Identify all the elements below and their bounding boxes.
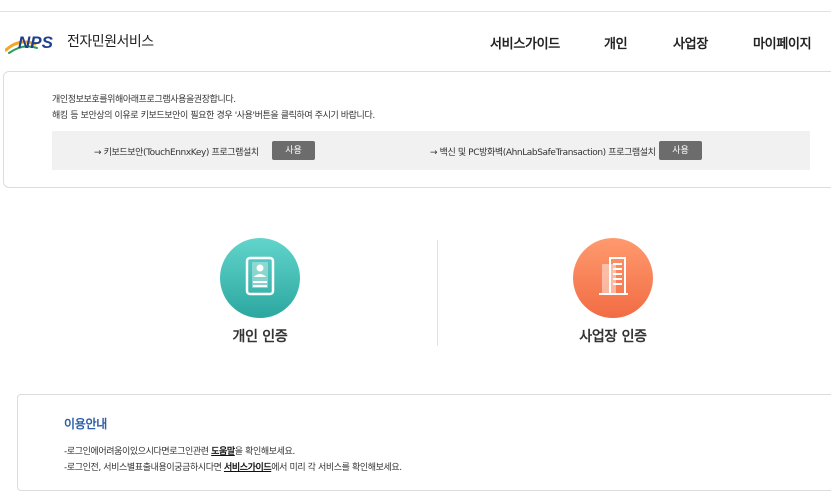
- security-notice-panel: 개인정보보호를위해아래프로그램사용을권장합니다. 해킹 등 보안상의 이유로 키…: [3, 71, 831, 188]
- site-logo[interactable]: NPS 전자민원서비스: [5, 28, 205, 58]
- keyboard-security-install-label: → 키보드보안(TouchEnnxKey) 프로그램설치: [94, 148, 259, 158]
- nps-logo-icon: NPS: [5, 33, 54, 54]
- site-header: NPS 전자민원서비스 서비스가이드 개인 사업장 마이페이지: [0, 12, 831, 70]
- nav-mypage[interactable]: 마이페이지: [753, 33, 812, 52]
- nav-business[interactable]: 사업장: [673, 33, 708, 52]
- id-card-icon: [245, 256, 275, 296]
- business-auth-circle: [573, 238, 653, 318]
- usage-guide-panel: 이용안내 -로그인에어려움이있으시다면로그인관련 도움말을 확인해보세요. -로…: [17, 394, 831, 491]
- personal-auth-button[interactable]: 개인 인증: [200, 238, 320, 346]
- guide-title: 이용안내: [64, 417, 107, 431]
- help-link[interactable]: 도움말: [211, 447, 235, 457]
- guide-text: -로그인전, 서비스별표출내용이궁금하시다면: [64, 463, 224, 473]
- nav-service-guide[interactable]: 서비스가이드: [490, 33, 560, 52]
- logo-service-name: 전자민원서비스: [67, 34, 154, 50]
- guide-text: 을 확인해보세요.: [234, 447, 295, 457]
- logo-brand-text: NPS: [18, 33, 54, 52]
- guide-line-help: -로그인에어려움이있으시다면로그인관련 도움말을 확인해보세요.: [64, 444, 295, 457]
- keyboard-security-use-button[interactable]: 사용: [272, 141, 315, 160]
- building-icon: [599, 257, 628, 295]
- business-auth-button[interactable]: 사업장 인증: [553, 238, 673, 346]
- personal-auth-label: 개인 인증: [232, 329, 288, 345]
- service-guide-link[interactable]: 서비스가이드: [224, 463, 272, 473]
- guide-text: -로그인에어려움이있으시다면로그인관련: [64, 447, 212, 457]
- notice-text: 해킹 등 보안상의 이유로 키보드보안이 필요한 경우 '사용'버튼을 클릭하여…: [52, 111, 375, 121]
- business-auth-label: 사업장 인증: [579, 329, 647, 345]
- program-install-box: → 키보드보안(TouchEnnxKey) 프로그램설치 사용 → 백신 및 P…: [52, 131, 810, 170]
- guide-text: 에서 미리 각 서비스를 확인해보세요.: [271, 463, 402, 473]
- personal-auth-circle: [220, 238, 300, 318]
- vaccine-firewall-use-button[interactable]: 사용: [659, 141, 702, 160]
- guide-line-service: -로그인전, 서비스별표출내용이궁금하시다면 서비스가이드에서 미리 각 서비스…: [64, 460, 402, 473]
- nav-personal[interactable]: 개인: [604, 33, 628, 52]
- notice-text: 개인정보보호를위해아래프로그램사용을권장합니다.: [52, 95, 236, 105]
- vaccine-firewall-install-label: → 백신 및 PC방화벽(AhnLabSafeTransaction) 프로그램…: [430, 148, 656, 158]
- cert-divider: [437, 240, 438, 346]
